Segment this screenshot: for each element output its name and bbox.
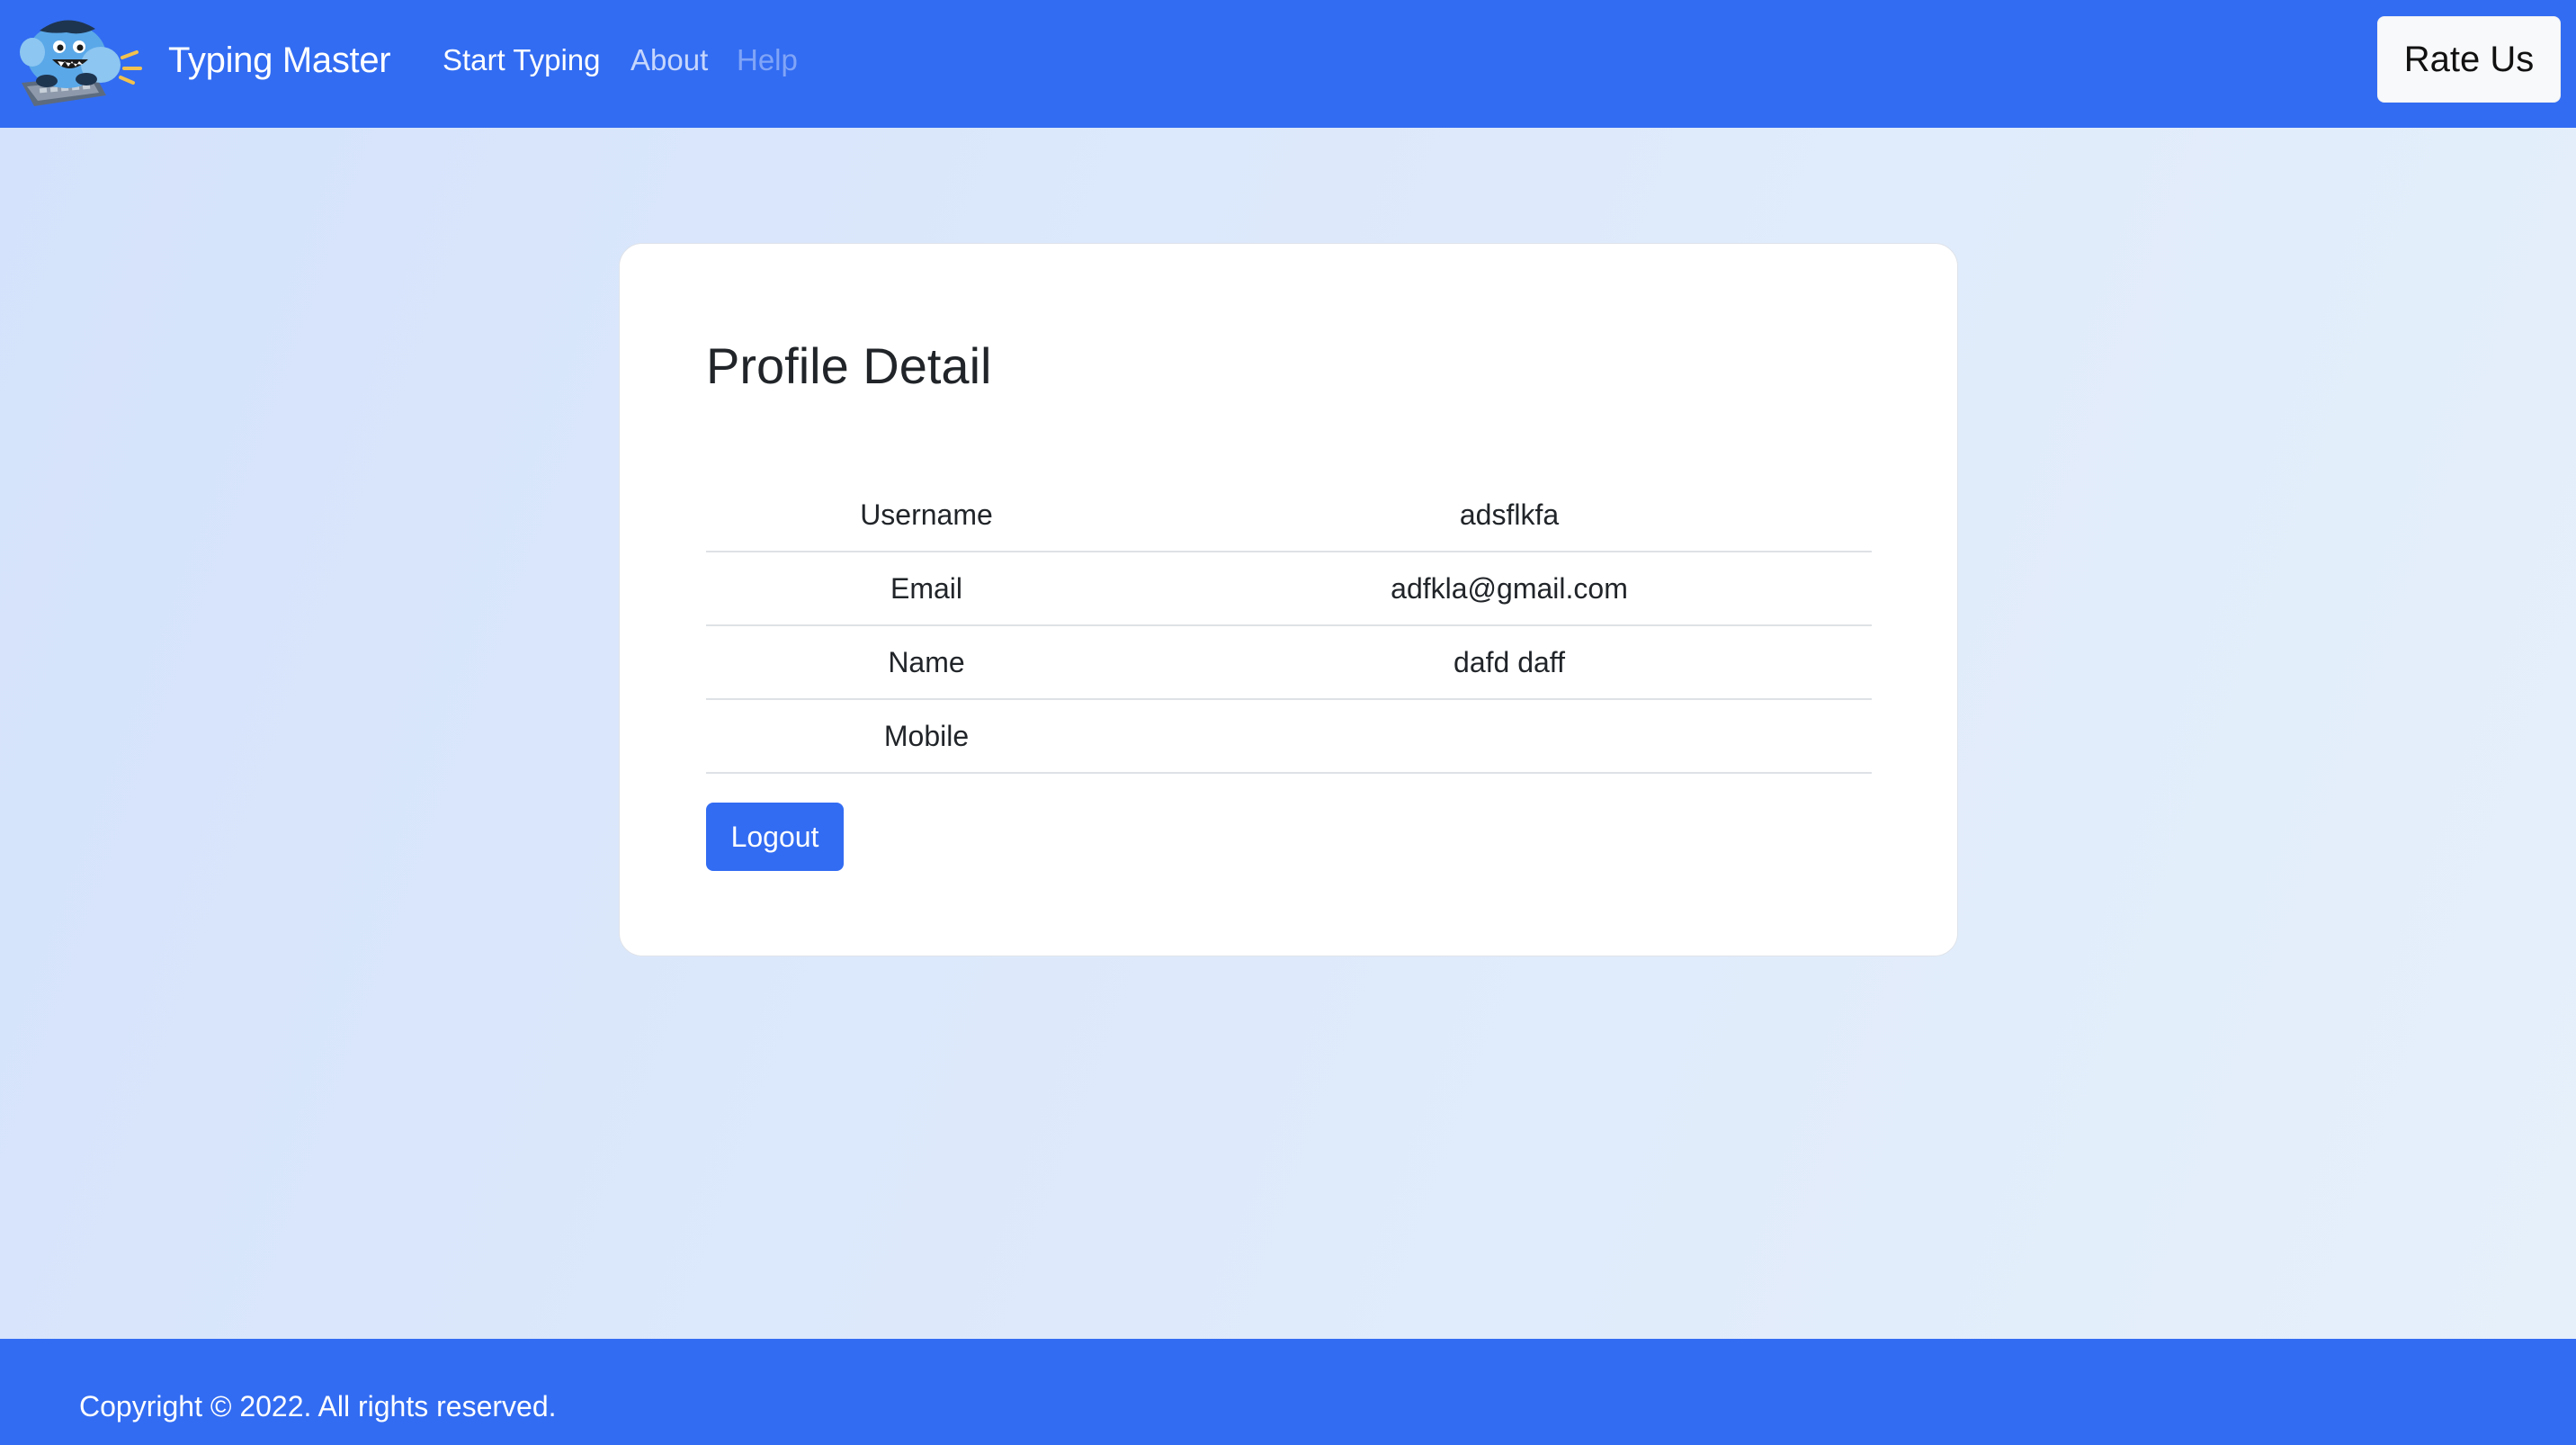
profile-row-mobile: Mobile: [706, 700, 1872, 774]
profile-row-email: Email adfkla@gmail.com: [706, 552, 1872, 626]
profile-label: Username: [860, 498, 993, 531]
profile-card: Profile Detail Username adsflkfa Email a…: [619, 243, 1958, 956]
profile-row-name: Name dafd daff: [706, 626, 1872, 700]
page-title: Profile Detail: [706, 337, 992, 394]
profile-label: Email: [890, 572, 962, 605]
nav-link-help[interactable]: Help: [737, 40, 798, 81]
profile-label: Name: [888, 646, 965, 678]
brand-title[interactable]: Typing Master: [168, 34, 391, 86]
navbar: Typing Master Start Typing About Help Ra…: [0, 0, 2576, 128]
profile-value: [1147, 700, 1872, 772]
typing-monster-logo-icon[interactable]: [13, 13, 144, 108]
nav-link-start-typing[interactable]: Start Typing: [443, 40, 601, 81]
copyright-text: Copyright © 2022. All rights reserved.: [79, 1390, 557, 1423]
footer: Copyright © 2022. All rights reserved.: [0, 1339, 2576, 1445]
profile-value: adsflkfa: [1459, 498, 1560, 531]
profile-value: adfkla@gmail.com: [1391, 572, 1628, 605]
profile-label: Mobile: [883, 720, 970, 752]
profile-row-username: Username adsflkfa: [706, 479, 1872, 552]
logout-button[interactable]: Logout: [706, 803, 844, 871]
profile-value: dafd daff: [1453, 646, 1565, 678]
rate-us-button[interactable]: Rate Us: [2377, 16, 2561, 103]
nav-link-about[interactable]: About: [631, 40, 708, 81]
